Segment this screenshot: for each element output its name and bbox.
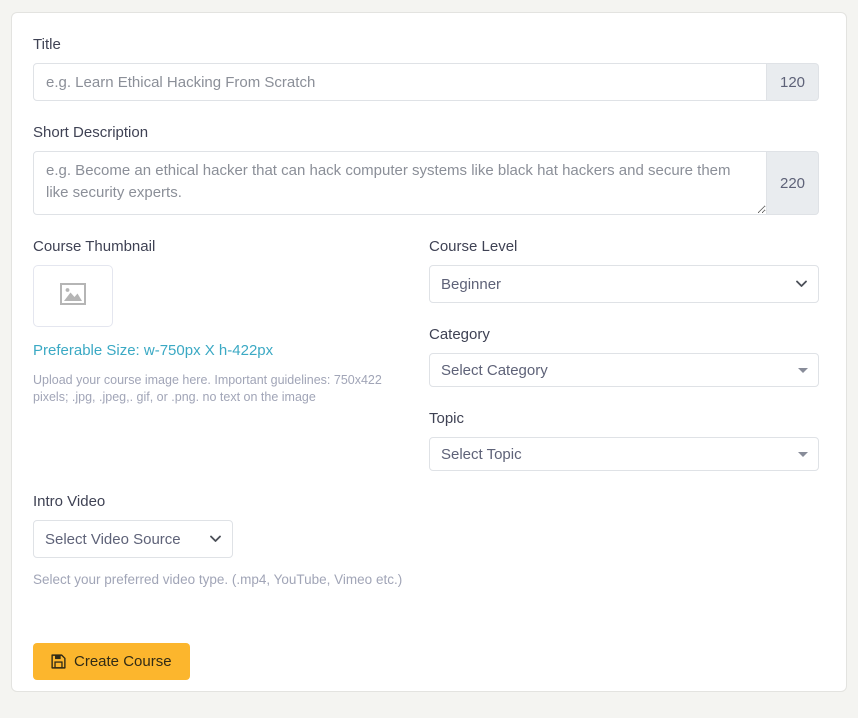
- category-selected-value: Select Category: [441, 361, 548, 379]
- course-thumbnail-upload-box[interactable]: [33, 265, 113, 327]
- create-course-button-label: Create Course: [74, 653, 172, 670]
- short-description-textarea[interactable]: [33, 151, 767, 215]
- image-placeholder-icon: [60, 282, 86, 310]
- short-description-input-group: 220: [33, 151, 819, 215]
- save-floppy-icon: [51, 654, 66, 669]
- category-label: Category: [429, 326, 490, 343]
- preferable-size-link[interactable]: Preferable Size: w-750px X h-422px: [33, 341, 419, 361]
- topic-label: Topic: [429, 410, 465, 427]
- intro-video-section: Intro Video Select Video Source Select y…: [33, 492, 827, 589]
- topic-selected-value: Select Topic: [441, 445, 522, 463]
- course-level-label: Course Level: [429, 238, 518, 255]
- create-course-button[interactable]: Create Course: [33, 643, 190, 680]
- intro-video-help-text: Select your preferred video type. (.mp4,…: [33, 572, 403, 587]
- taxonomy-section: Course Level Beginner Category Select Ca…: [429, 237, 819, 471]
- title-label: Title: [33, 36, 61, 53]
- title-input-group: 120: [33, 63, 819, 101]
- title-input[interactable]: [33, 63, 767, 101]
- create-course-form: Title 120 Short Description 220 Course T…: [33, 35, 827, 680]
- short-description-char-counter: 220: [767, 151, 819, 215]
- topic-select[interactable]: Select Topic: [429, 437, 819, 471]
- intro-video-select-wrap: Select Video Source: [33, 520, 233, 558]
- course-thumbnail-help-text: Upload your course image here. Important…: [33, 373, 382, 404]
- short-description-label: Short Description: [33, 124, 149, 141]
- title-char-counter: 120: [767, 63, 819, 101]
- course-thumbnail-label: Course Thumbnail: [33, 238, 156, 255]
- course-thumbnail-section: Course Thumbnail Preferable Size: w-750p…: [33, 237, 419, 406]
- thumbnail-and-taxonomy-row: Course Thumbnail Preferable Size: w-750p…: [33, 237, 819, 492]
- caret-down-icon: [798, 368, 808, 373]
- caret-down-icon: [798, 452, 808, 457]
- intro-video-label: Intro Video: [33, 493, 106, 510]
- intro-video-source-select[interactable]: Select Video Source: [33, 520, 233, 558]
- course-level-select-wrap: Beginner: [429, 265, 819, 303]
- course-level-select[interactable]: Beginner: [429, 265, 819, 303]
- category-select[interactable]: Select Category: [429, 353, 819, 387]
- create-course-card: Title 120 Short Description 220 Course T…: [11, 12, 847, 692]
